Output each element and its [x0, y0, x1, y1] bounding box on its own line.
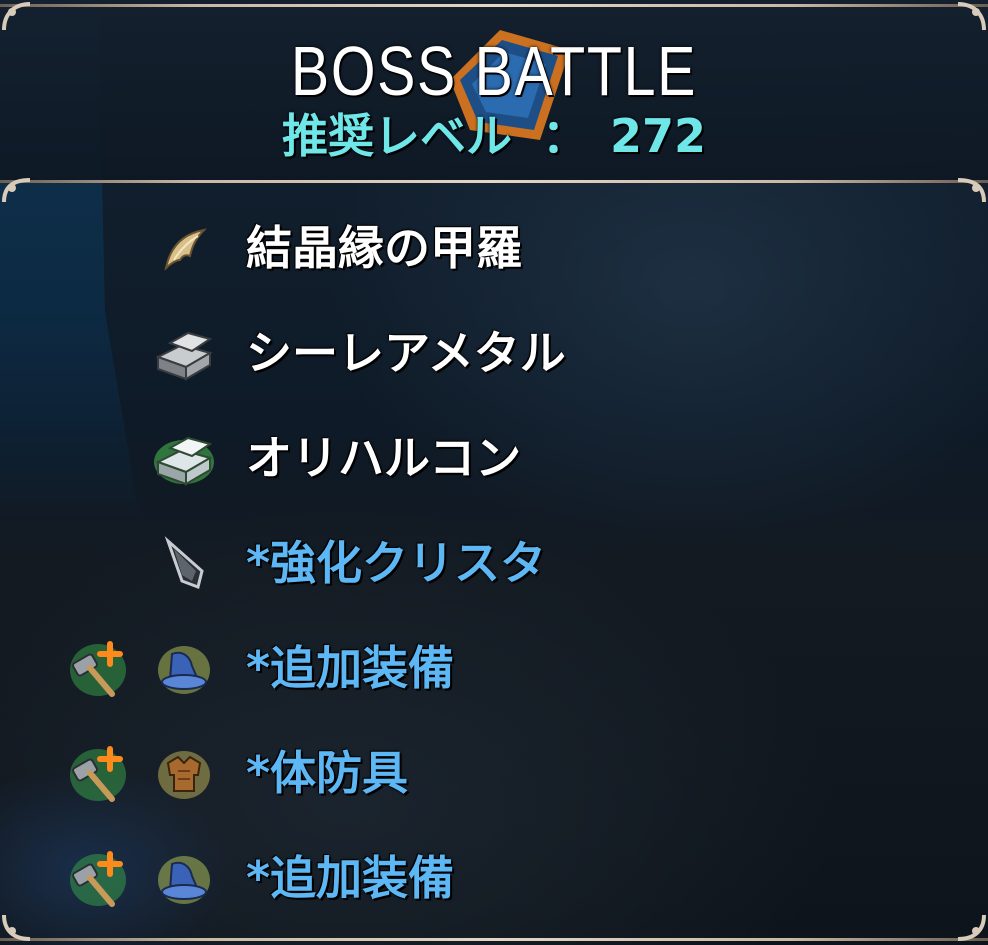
- claw-icon: [164, 228, 207, 272]
- hammer-plus-icon: [70, 641, 126, 697]
- drop-list-item: オリハルコン: [0, 418, 988, 498]
- recommended-level-label: 推奨レベル: [281, 109, 512, 163]
- boss-battle-title: BOSS BATTLE: [290, 32, 698, 110]
- drop-list-item: シーレアメタル: [0, 313, 988, 393]
- drop-label: オリハルコン: [246, 431, 522, 485]
- drop-label: 結晶縁の甲羅: [246, 221, 522, 275]
- frame-corner-ornament-icon: [957, 178, 986, 203]
- frame-divider: [0, 180, 988, 183]
- frame-top-border: [0, 4, 988, 7]
- drop-label: *体防具: [246, 746, 409, 800]
- drop-label: *追加装備: [246, 851, 455, 905]
- recommended-level-separator: ：: [541, 109, 588, 163]
- frame-corner-ornament-icon: [2, 2, 31, 31]
- metal-ingot-icon: [155, 331, 213, 381]
- frame-corner-ornament-icon: [957, 2, 986, 31]
- orichalcum-ingot-icon: [154, 436, 214, 486]
- drop-list-item: *追加装備: [0, 628, 988, 708]
- drop-list-item: 結晶縁の甲羅: [0, 208, 988, 288]
- recommended-level-value: 272: [609, 109, 707, 163]
- frame-bottom-border: [0, 938, 988, 941]
- recommended-level: 推奨レベル ： 272: [0, 108, 988, 164]
- body-armor-icon: [158, 751, 210, 799]
- drop-label: *強化クリスタ: [246, 536, 547, 590]
- drop-list-item: *体防具: [0, 733, 988, 813]
- frame-corner-ornament-icon: [2, 178, 31, 203]
- wizard-hat-icon: [158, 856, 210, 904]
- hammer-plus-icon: [70, 851, 126, 907]
- drop-label: シーレアメタル: [246, 326, 566, 380]
- drop-list-item: *追加装備: [0, 838, 988, 918]
- drop-label: *追加装備: [246, 641, 455, 695]
- crystal-shard-icon: [164, 536, 204, 589]
- wizard-hat-icon: [158, 646, 210, 694]
- hammer-plus-icon: [70, 746, 126, 802]
- drop-list-item: *強化クリスタ: [0, 523, 988, 603]
